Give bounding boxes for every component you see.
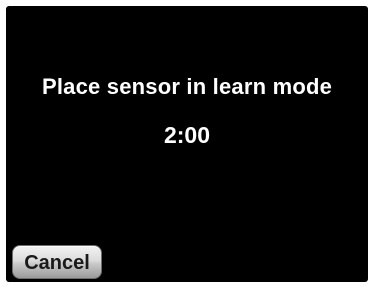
countdown-timer: 2:00 <box>163 122 211 148</box>
cancel-button[interactable]: Cancel <box>12 245 102 279</box>
learn-mode-screen: Place sensor in learn mode 2:00 Cancel <box>6 6 368 282</box>
instruction-message: Place sensor in learn mode <box>41 74 333 99</box>
